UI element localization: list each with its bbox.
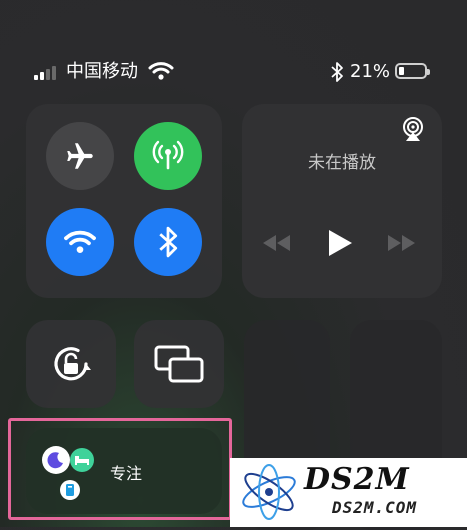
airplay-button[interactable] [400,116,426,142]
orientation-lock-button[interactable] [26,320,116,408]
bluetooth-icon [159,226,178,258]
now-playing-panel[interactable]: 未在播放 [242,104,442,298]
carrier-name: 中国移动 [66,61,138,82]
airplane-icon [67,143,93,169]
battery-icon [395,63,430,79]
airplay-icon [403,117,423,141]
rewind-button[interactable] [262,234,292,256]
watermark-title: DS2M [304,462,410,497]
wifi-icon [64,230,96,253]
bluetooth-toggle[interactable] [134,208,202,276]
now-playing-title: 未在播放 [308,153,376,173]
wifi-toggle[interactable] [46,208,114,276]
rewind-icon [263,235,290,251]
cellular-data-toggle[interactable] [134,122,202,190]
focus-highlight-box [8,418,232,520]
atom-logo-icon [242,464,296,520]
airplane-mode-toggle[interactable] [46,122,114,190]
fast-forward-icon [388,235,415,251]
screen-mirroring-icon [154,345,204,383]
connectivity-panel [26,104,222,298]
fast-forward-button[interactable] [386,234,416,256]
battery-percentage: 21% [350,61,391,82]
watermark-url: DS2M.COM [332,498,418,517]
watermark: DS2M DS2M.COM [230,458,467,527]
screen-mirroring-button[interactable] [134,320,224,408]
cellular-antenna-icon [152,140,184,170]
play-icon [329,230,352,256]
bluetooth-status-icon [330,61,344,83]
orientation-lock-icon [54,347,91,381]
wifi-status-icon [148,60,174,82]
play-button[interactable] [326,228,354,262]
cellular-signal-icon [34,64,62,80]
